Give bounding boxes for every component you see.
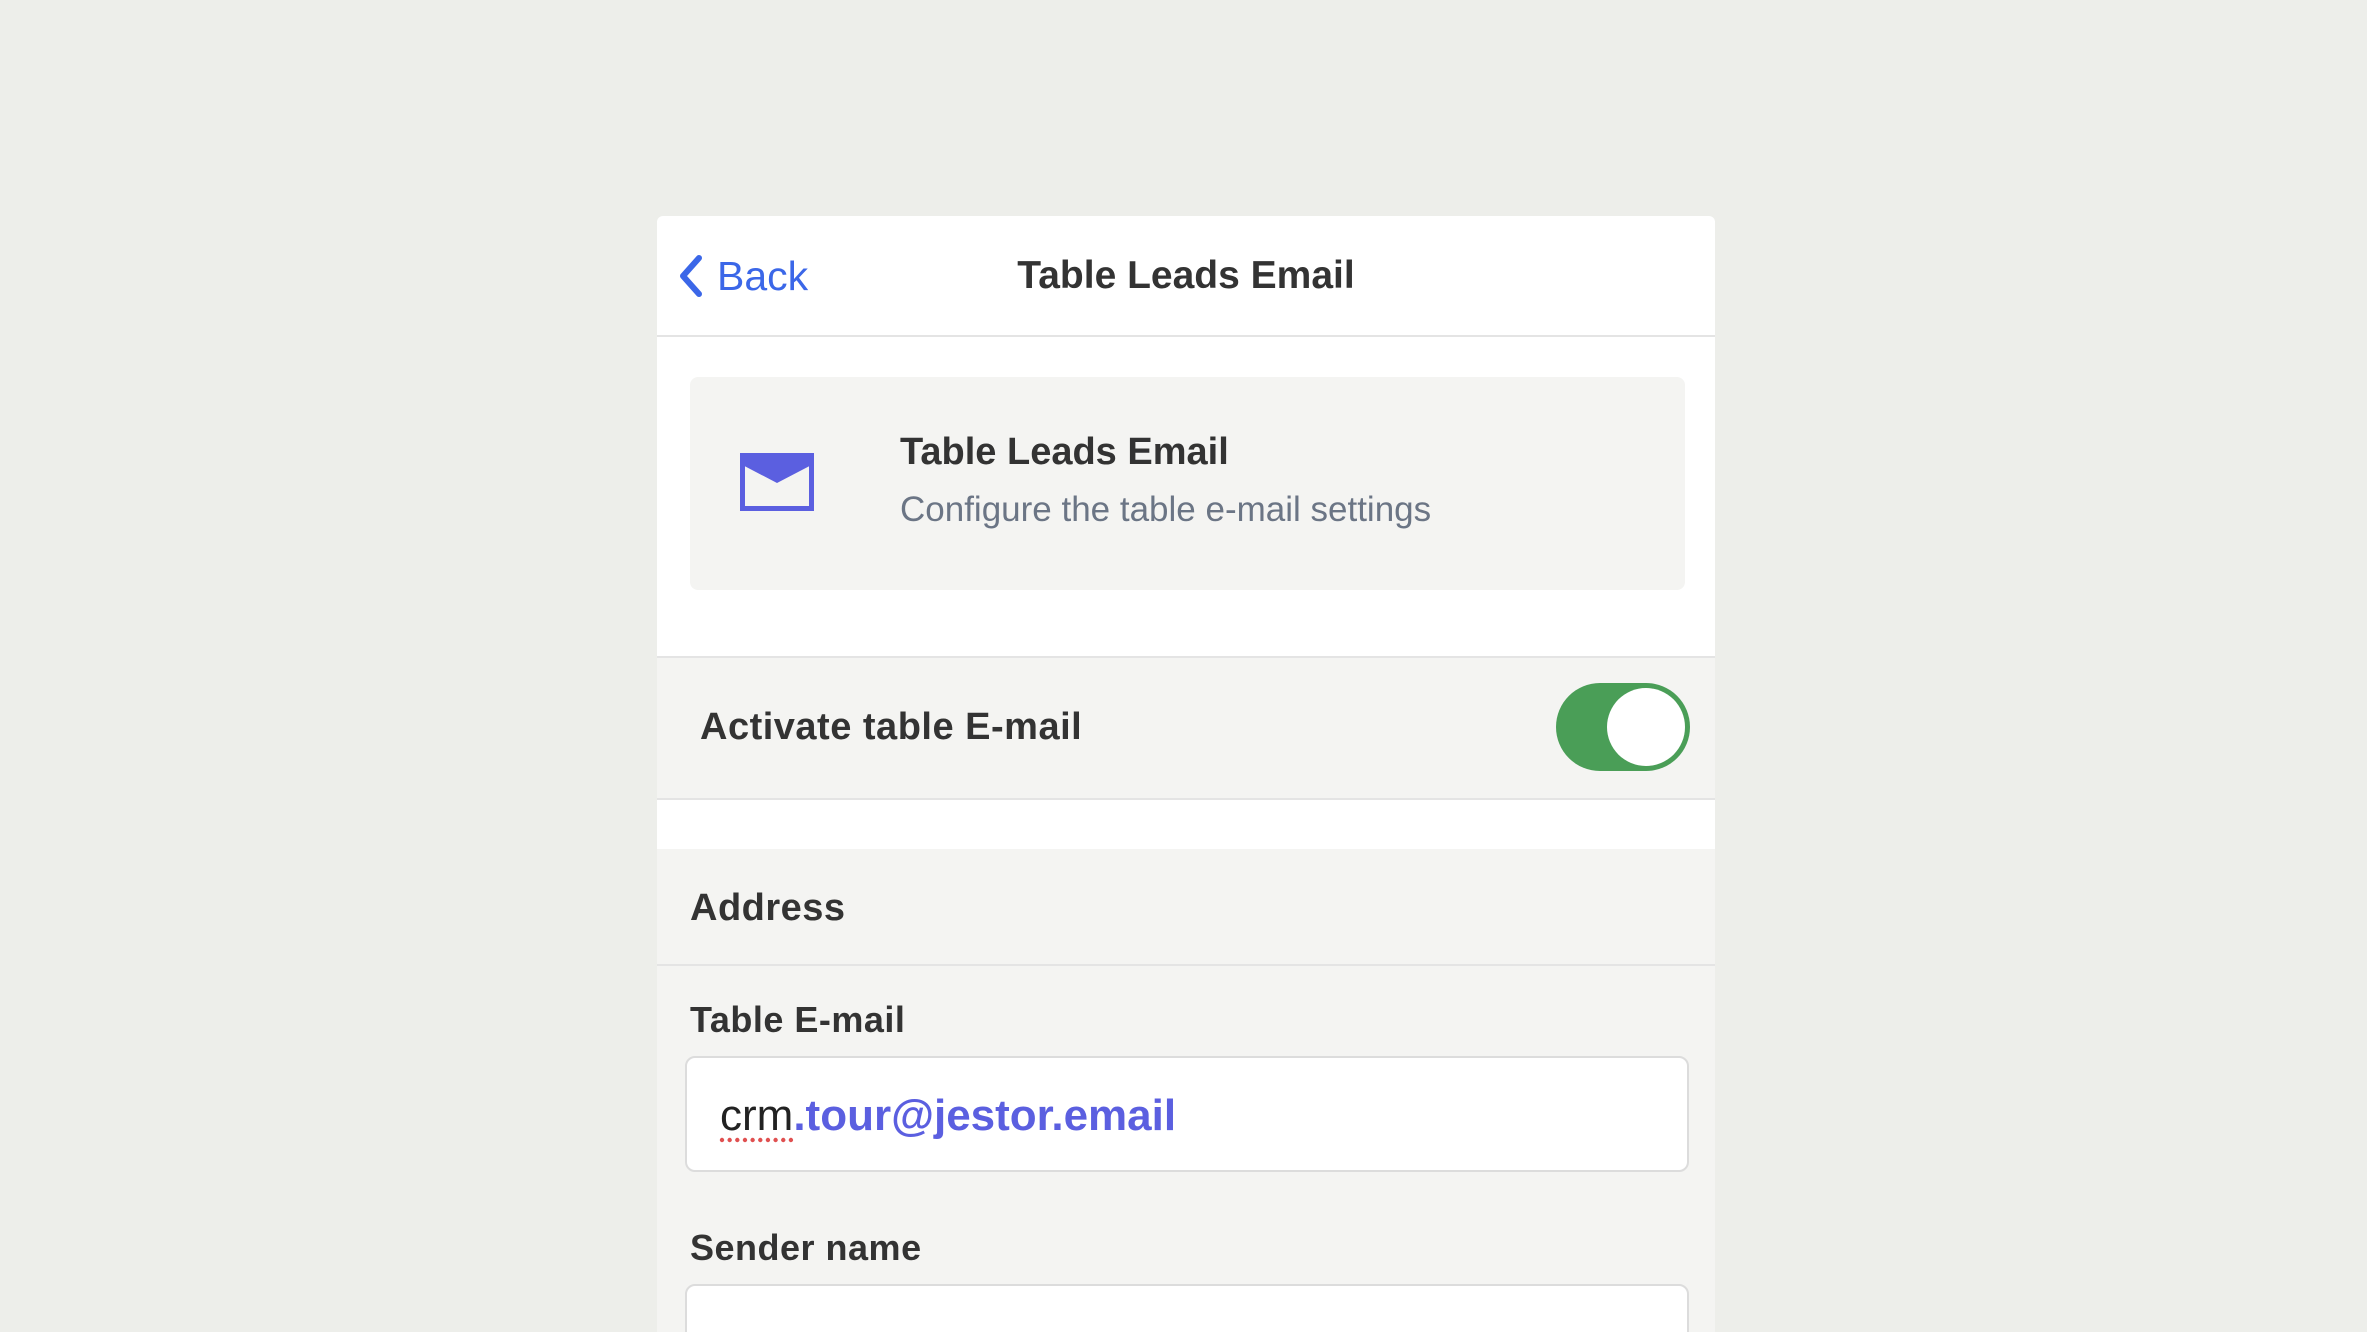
info-card: Table Leads Email Configure the table e-… bbox=[690, 377, 1685, 590]
table-email-label: Table E-mail bbox=[690, 999, 906, 1040]
table-email-domain: .tour@jestor.email bbox=[793, 1091, 1177, 1140]
email-settings-panel: Back Table Leads Email Table Leads Email… bbox=[657, 216, 1715, 1332]
panel-header: Back Table Leads Email bbox=[657, 216, 1715, 337]
page-title: Table Leads Email bbox=[1017, 254, 1355, 297]
card-subtitle: Configure the table e-mail settings bbox=[900, 490, 1432, 529]
activate-email-toggle[interactable] bbox=[1556, 683, 1690, 771]
mail-icon bbox=[740, 453, 814, 516]
sender-name-label: Sender name bbox=[690, 1227, 922, 1268]
address-section-title: Address bbox=[690, 887, 846, 929]
activate-email-label: Activate table E-mail bbox=[700, 706, 1083, 748]
activate-email-row: Activate table E-mail bbox=[657, 656, 1715, 800]
card-title: Table Leads Email bbox=[900, 431, 1229, 473]
table-email-input[interactable]: crm.tour@jestor.email bbox=[685, 1056, 1689, 1172]
address-section: Address Table E-mail crm.tour@jestor.ema… bbox=[657, 849, 1715, 1332]
toggle-knob bbox=[1607, 688, 1685, 766]
sender-name-input[interactable] bbox=[685, 1284, 1689, 1332]
table-email-value: crm.tour@jestor.email bbox=[720, 1091, 1176, 1141]
address-section-header: Address bbox=[657, 849, 1715, 966]
table-email-prefix: crm bbox=[720, 1091, 794, 1140]
